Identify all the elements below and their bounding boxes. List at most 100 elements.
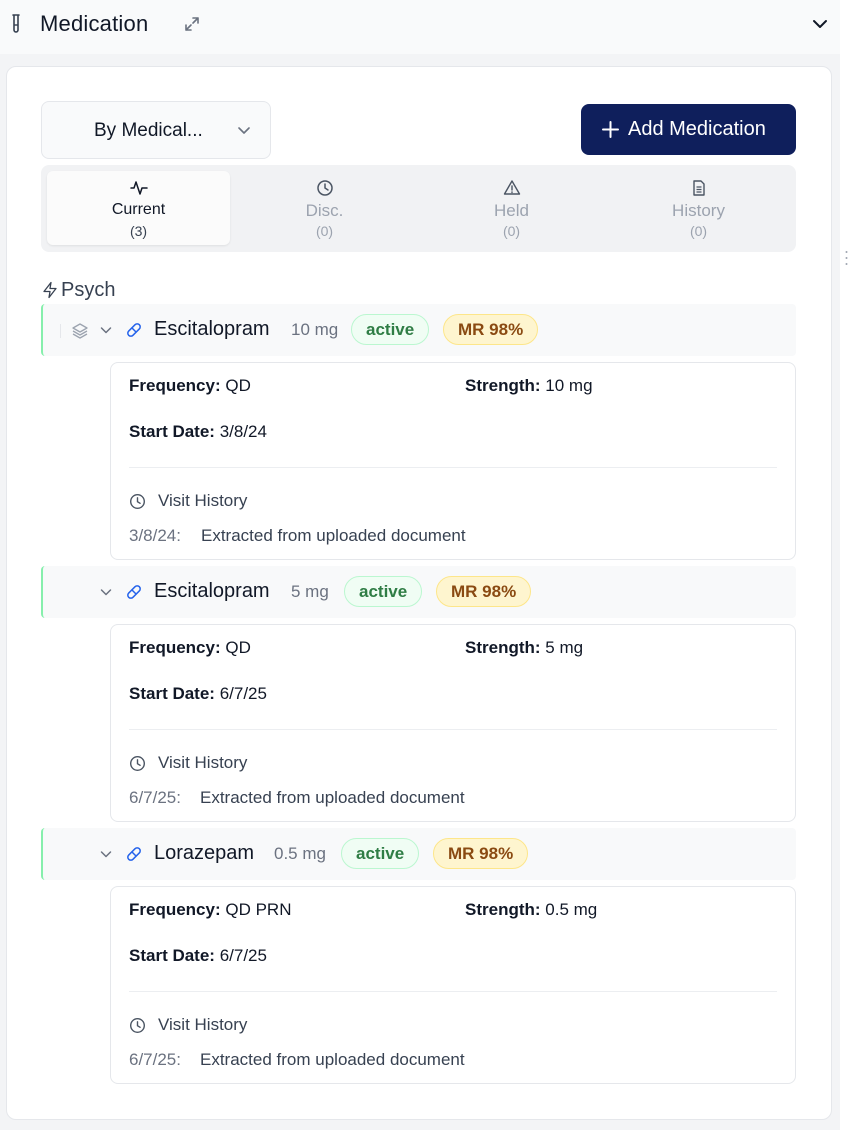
medication-row[interactable]: Lorazepam 0.5 mg active MR 98% <box>41 828 796 880</box>
mr-confidence-badge: MR 98% <box>433 838 529 869</box>
tab-count: (0) <box>315 223 334 239</box>
start-date-field: Start Date: 6/7/25 <box>129 946 267 966</box>
field-value: 0.5 mg <box>545 900 598 919</box>
clock-icon <box>129 755 146 772</box>
history-note: Extracted from uploaded document <box>200 788 465 807</box>
group-by-select[interactable]: By Medical... <box>41 101 271 159</box>
field-label: Strength: <box>465 638 541 657</box>
section-header: Psych <box>41 278 115 302</box>
chevron-down-icon <box>238 127 250 134</box>
medication-detail: Frequency: QD Strength: 10 mg Start Date… <box>110 362 796 560</box>
clock-icon <box>129 493 146 510</box>
field-value: 5 mg <box>545 638 584 657</box>
pill-icon <box>127 323 141 337</box>
tab-label: History <box>672 201 725 220</box>
field-value: 6/7/25 <box>219 946 267 965</box>
strength-field: Strength: 5 mg <box>465 638 583 658</box>
frequency-field: Frequency: QD <box>129 376 251 396</box>
strength-field: Strength: 10 mg <box>465 376 593 396</box>
document-icon <box>692 180 705 196</box>
start-date-field: Start Date: 6/7/25 <box>129 684 267 704</box>
field-label: Start Date: <box>129 946 215 965</box>
section-name: Psych <box>61 278 116 301</box>
field-value: 10 mg <box>545 376 593 395</box>
history-date: 6/7/25: <box>129 788 181 807</box>
tab-count: (3) <box>129 223 148 239</box>
add-medication-button[interactable]: Add Medication <box>581 104 796 155</box>
medication-detail: Frequency: QD Strength: 5 mg Start Date:… <box>110 624 796 822</box>
field-label: Frequency: <box>129 638 221 657</box>
clock-icon <box>316 180 333 196</box>
tab-count: (0) <box>689 223 708 239</box>
medication-dose: 0.5 mg <box>274 844 326 863</box>
history-date: 6/7/25: <box>129 1050 181 1069</box>
chevron-down-icon[interactable] <box>98 322 114 338</box>
scrollbar[interactable] <box>840 0 848 1130</box>
tab-discontinued[interactable]: Disc. (0) <box>233 171 416 245</box>
mr-confidence-badge: MR 98% <box>443 314 539 345</box>
visit-history-label[interactable]: Visit History <box>158 1015 247 1035</box>
field-label: Frequency: <box>129 900 221 919</box>
field-value: QD <box>225 376 251 395</box>
expand-arrows-icon[interactable] <box>183 15 201 33</box>
add-medication-label: Add Medication <box>628 118 766 140</box>
tab-held[interactable]: Held (0) <box>420 171 603 245</box>
tab-count: (0) <box>502 223 521 239</box>
divider <box>129 729 777 730</box>
field-value: QD <box>225 638 251 657</box>
history-note: Extracted from uploaded document <box>201 526 466 545</box>
medication-row[interactable]: Escitalopram 5 mg active MR 98% <box>41 566 796 618</box>
status-tabs: Current (3) Disc. (0) Held (0) History (… <box>41 165 796 252</box>
frequency-field: Frequency: QD <box>129 638 251 658</box>
chevron-down-icon[interactable] <box>810 14 830 34</box>
pill-icon <box>127 847 141 861</box>
status-badge: active <box>341 838 420 869</box>
start-date-field: Start Date: 3/8/24 <box>129 422 267 442</box>
layers-icon[interactable] <box>71 322 89 340</box>
visit-history-label[interactable]: Visit History <box>158 753 247 773</box>
plus-icon <box>602 121 619 138</box>
warning-triangle-icon <box>503 180 520 195</box>
medication-dose: 5 mg <box>291 582 329 601</box>
panel-title: Medication <box>40 11 149 36</box>
visit-history-label[interactable]: Visit History <box>158 491 247 511</box>
medication-name: Lorazepam <box>154 842 255 864</box>
status-badge: active <box>351 314 430 345</box>
field-value: QD PRN <box>225 900 292 919</box>
strength-field: Strength: 0.5 mg <box>465 900 597 920</box>
tab-label: Disc. <box>305 201 344 220</box>
field-value: 3/8/24 <box>219 422 267 441</box>
frequency-field: Frequency: QD PRN <box>129 900 292 920</box>
panel-header: Medication <box>0 0 840 54</box>
field-label: Strength: <box>465 900 541 919</box>
clock-icon <box>129 1017 146 1034</box>
divider <box>129 467 777 468</box>
divider <box>129 991 777 992</box>
mr-confidence-badge: MR 98% <box>436 576 532 607</box>
group-by-value: By Medical... <box>94 120 203 141</box>
medication-row[interactable]: Escitalopram 10 mg active MR 98% <box>41 304 796 356</box>
medication-detail: Frequency: QD PRN Strength: 0.5 mg Start… <box>110 886 796 1084</box>
test-tube-icon <box>12 14 20 33</box>
field-label: Frequency: <box>129 376 221 395</box>
lightning-icon <box>43 281 57 299</box>
chevron-down-icon[interactable] <box>98 584 114 600</box>
history-note: Extracted from uploaded document <box>200 1050 465 1069</box>
medication-dose: 10 mg <box>291 320 339 339</box>
divider <box>60 324 61 338</box>
tab-label: Held <box>494 201 529 220</box>
tab-label: Current <box>111 201 166 218</box>
history-date: 3/8/24: <box>129 526 181 545</box>
activity-icon <box>129 181 148 195</box>
field-label: Strength: <box>465 376 541 395</box>
tab-history[interactable]: History (0) <box>607 171 790 245</box>
chevron-down-icon[interactable] <box>98 846 114 862</box>
field-label: Start Date: <box>129 684 215 703</box>
medication-name: Escitalopram <box>154 318 270 340</box>
pill-icon <box>127 585 141 599</box>
tab-current[interactable]: Current (3) <box>47 171 230 245</box>
status-badge: active <box>344 576 423 607</box>
field-label: Start Date: <box>129 422 215 441</box>
field-value: 6/7/25 <box>219 684 267 703</box>
medication-name: Escitalopram <box>154 580 270 602</box>
